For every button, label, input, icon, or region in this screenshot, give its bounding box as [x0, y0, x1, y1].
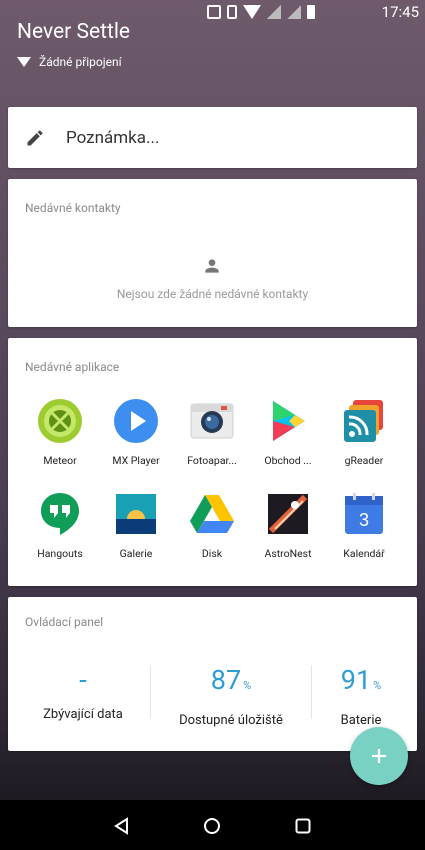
battery-icon [307, 5, 315, 19]
home-icon [204, 818, 220, 834]
page-title: Never Settle [17, 20, 131, 44]
app-camera[interactable]: Fotoapar... [175, 398, 249, 467]
mx-player-icon [113, 398, 159, 444]
app-label: Meteor [43, 454, 77, 467]
back-button[interactable] [111, 815, 133, 837]
calendar-icon: 3 [341, 491, 387, 537]
gallery-icon [113, 491, 159, 537]
add-button[interactable] [350, 727, 408, 785]
signal-icon [267, 5, 281, 19]
clock: 17:45 [381, 3, 419, 21]
dashboard-title: Ovládací panel [25, 615, 104, 629]
play-store-icon [265, 398, 311, 444]
vibrate-icon [227, 5, 237, 19]
hangouts-icon [37, 491, 83, 537]
metric-remaining-data[interactable]: - Zbývající data [18, 663, 148, 722]
calendar-day-number: 3 [359, 510, 369, 530]
app-label: Disk [201, 547, 223, 560]
no-wifi-icon [17, 57, 31, 67]
metric-number: - [79, 664, 87, 696]
metric-unit: % [373, 679, 382, 692]
navigation-bar [0, 800, 425, 850]
app-gallery[interactable]: Galerie [99, 491, 173, 560]
app-drive[interactable]: Disk [175, 491, 249, 560]
nfc-icon [207, 5, 221, 19]
drive-icon [189, 491, 235, 537]
metric-value: 87% [166, 663, 296, 703]
wifi-icon [243, 5, 261, 19]
connection-status-text: Žádné připojení [39, 55, 122, 69]
metric-number: 91 [340, 664, 372, 696]
meteor-icon [37, 398, 83, 444]
metric-label: Baterie [340, 713, 382, 728]
app-play-store[interactable]: Obchod ... [251, 398, 325, 467]
plus-icon [372, 749, 386, 763]
app-meteor[interactable]: Meteor [23, 398, 97, 467]
home-button[interactable] [201, 815, 223, 837]
back-icon [114, 817, 128, 835]
dashboard-card: Ovládací panel - Zbývající data 87% Dost… [8, 597, 417, 751]
metric-battery[interactable]: 91% Baterie [296, 663, 425, 728]
note-input[interactable]: Poznámka... [66, 128, 159, 148]
recent-contacts-card: Nedávné kontakty Nejsou zde žádné nedávn… [8, 179, 417, 327]
app-greader[interactable]: gReader [327, 398, 401, 467]
app-label: Kalendář [343, 547, 385, 560]
recents-icon [295, 818, 311, 834]
app-label: Fotoapar... [187, 454, 237, 467]
metric-label: Dostupné úložiště [179, 713, 283, 728]
metric-unit: % [243, 679, 252, 692]
greader-icon [341, 398, 387, 444]
status-icons [207, 5, 315, 19]
app-calendar[interactable]: 3 Kalendář [327, 491, 401, 560]
metric-value: - [18, 663, 148, 697]
app-label: AstroNest [264, 547, 312, 560]
metric-number: 87 [210, 664, 242, 696]
note-card[interactable]: Poznámka... [8, 107, 417, 168]
app-label: Obchod ... [264, 454, 312, 467]
recents-button[interactable] [292, 815, 314, 837]
no-contacts-text: Nejsou zde žádné nedávné kontakty [116, 287, 309, 301]
recent-contacts-title: Nedávné kontakty [25, 201, 121, 215]
signal-2-icon [287, 5, 301, 19]
connection-status: Žádné připojení [17, 55, 122, 69]
app-label: Galerie [119, 547, 153, 560]
app-mx-player[interactable]: MX Player [99, 398, 173, 467]
app-label: MX Player [112, 454, 160, 467]
app-hangouts[interactable]: Hangouts [23, 491, 97, 560]
astronest-icon [265, 491, 311, 537]
camera-icon [189, 398, 235, 444]
app-label: gReader [344, 454, 384, 467]
metric-value: 91% [296, 663, 425, 703]
person-icon [205, 259, 219, 273]
recent-apps-title: Nedávné aplikace [25, 360, 120, 374]
app-astronest[interactable]: AstroNest [251, 491, 325, 560]
pencil-icon [27, 130, 43, 146]
divider [150, 665, 151, 719]
recent-apps-card: Nedávné aplikace Meteor MX Player Fotoap… [8, 338, 417, 586]
app-label: Hangouts [37, 547, 83, 560]
metric-storage[interactable]: 87% Dostupné úložiště [166, 663, 296, 728]
metric-label: Zbývající data [43, 707, 123, 722]
